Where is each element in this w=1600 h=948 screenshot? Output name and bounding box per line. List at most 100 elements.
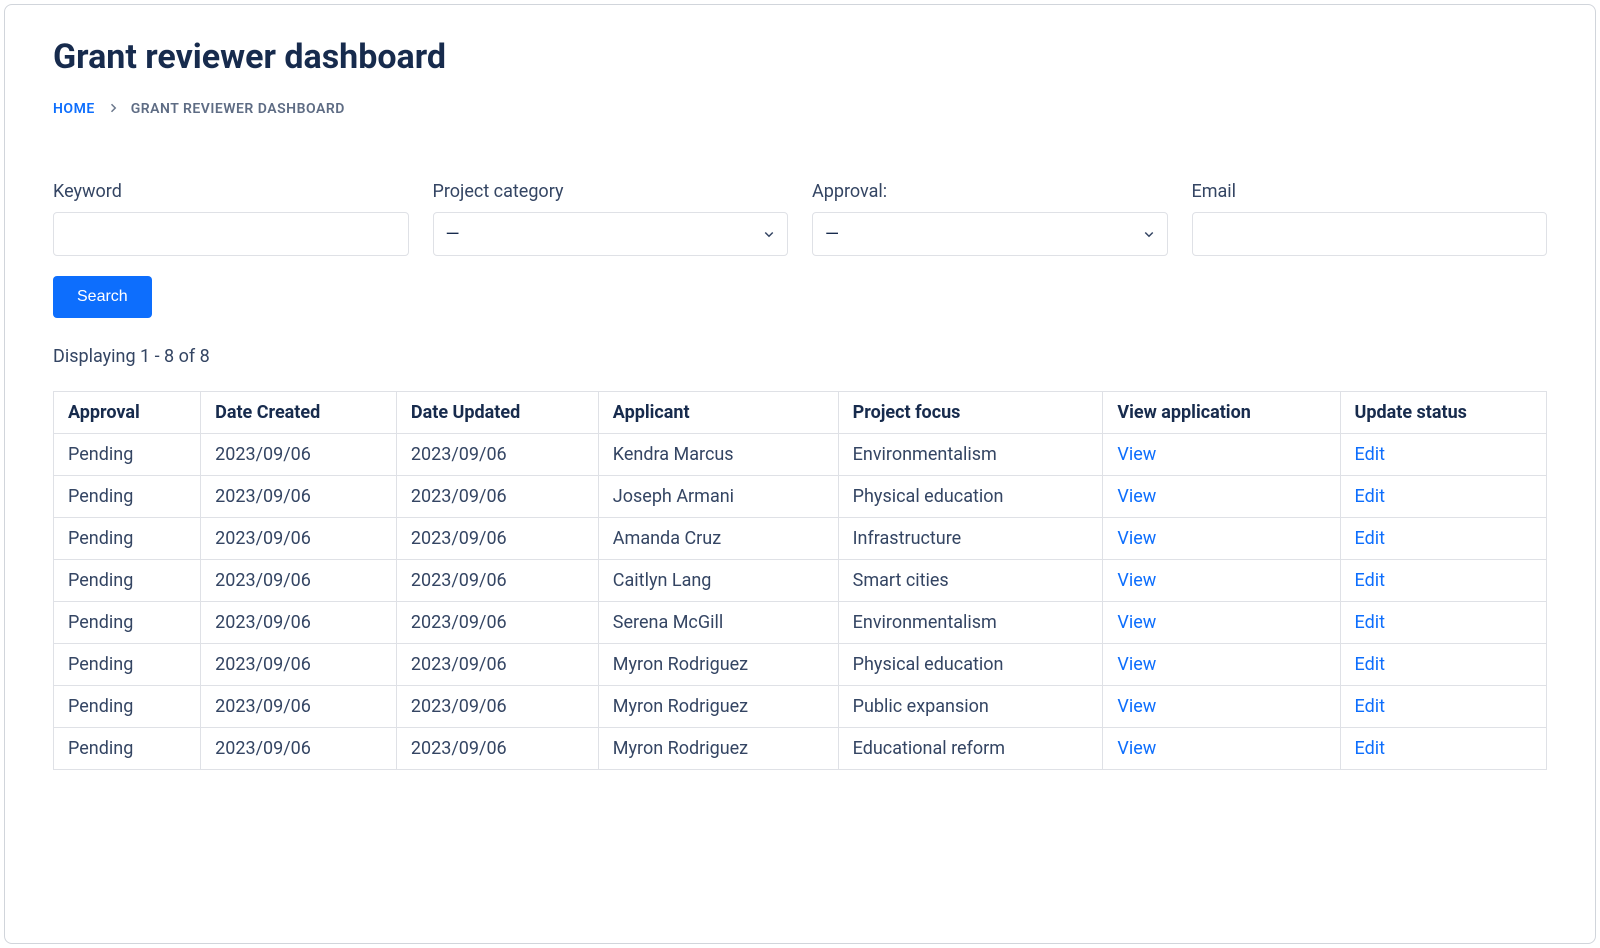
view-link[interactable]: View [1117, 738, 1156, 759]
email-input[interactable] [1192, 212, 1548, 256]
table-row: Pending2023/09/062023/09/06Caitlyn LangS… [54, 560, 1547, 602]
cell-approval: Pending [54, 434, 201, 476]
table-row: Pending2023/09/062023/09/06Serena McGill… [54, 602, 1547, 644]
cell-project-focus: Educational reform [838, 728, 1103, 770]
approval-select[interactable]: — [812, 212, 1168, 256]
cell-date-updated: 2023/09/06 [396, 686, 598, 728]
col-update-status: Update status [1340, 392, 1547, 434]
cell-project-focus: Physical education [838, 644, 1103, 686]
view-link[interactable]: View [1117, 696, 1156, 717]
project-category-select[interactable]: — [433, 212, 789, 256]
cell-edit: Edit [1340, 476, 1547, 518]
approval-label: Approval: [812, 181, 1168, 202]
view-link[interactable]: View [1117, 612, 1156, 633]
email-field-wrapper: Email [1192, 181, 1548, 256]
cell-view: View [1103, 686, 1340, 728]
cell-date-created: 2023/09/06 [201, 728, 397, 770]
cell-date-created: 2023/09/06 [201, 602, 397, 644]
cell-view: View [1103, 560, 1340, 602]
cell-project-focus: Physical education [838, 476, 1103, 518]
table-row: Pending2023/09/062023/09/06Joseph Armani… [54, 476, 1547, 518]
view-link[interactable]: View [1117, 486, 1156, 507]
cell-approval: Pending [54, 686, 201, 728]
page-title: Grant reviewer dashboard [53, 37, 1547, 77]
cell-project-focus: Infrastructure [838, 518, 1103, 560]
edit-link[interactable]: Edit [1355, 528, 1385, 549]
cell-applicant: Serena McGill [598, 602, 838, 644]
view-link[interactable]: View [1117, 444, 1156, 465]
cell-applicant: Joseph Armani [598, 476, 838, 518]
keyword-label: Keyword [53, 181, 409, 202]
cell-project-focus: Environmentalism [838, 434, 1103, 476]
approval-field-wrapper: Approval: — [812, 181, 1168, 256]
cell-date-updated: 2023/09/06 [396, 476, 598, 518]
cell-view: View [1103, 434, 1340, 476]
col-applicant: Applicant [598, 392, 838, 434]
filter-bar: Keyword Project category — Approval: — E… [53, 181, 1547, 256]
col-date-created: Date Created [201, 392, 397, 434]
email-label: Email [1192, 181, 1548, 202]
edit-link[interactable]: Edit [1355, 444, 1385, 465]
cell-view: View [1103, 602, 1340, 644]
cell-date-updated: 2023/09/06 [396, 560, 598, 602]
breadcrumb: HOME GRANT REVIEWER DASHBOARD [53, 101, 1547, 117]
cell-approval: Pending [54, 728, 201, 770]
cell-applicant: Kendra Marcus [598, 434, 838, 476]
cell-view: View [1103, 644, 1340, 686]
cell-date-created: 2023/09/06 [201, 476, 397, 518]
cell-date-updated: 2023/09/06 [396, 728, 598, 770]
approval-selected: — [825, 224, 841, 245]
chevron-down-icon [763, 225, 775, 244]
cell-date-updated: 2023/09/06 [396, 518, 598, 560]
edit-link[interactable]: Edit [1355, 612, 1385, 633]
cell-approval: Pending [54, 560, 201, 602]
search-button[interactable]: Search [53, 276, 152, 318]
table-row: Pending2023/09/062023/09/06Amanda CruzIn… [54, 518, 1547, 560]
cell-date-created: 2023/09/06 [201, 518, 397, 560]
cell-date-updated: 2023/09/06 [396, 434, 598, 476]
cell-edit: Edit [1340, 560, 1547, 602]
cell-date-created: 2023/09/06 [201, 686, 397, 728]
col-date-updated: Date Updated [396, 392, 598, 434]
cell-approval: Pending [54, 518, 201, 560]
cell-applicant: Myron Rodriguez [598, 644, 838, 686]
chevron-right-icon [107, 102, 119, 117]
keyword-input[interactable] [53, 212, 409, 256]
cell-edit: Edit [1340, 602, 1547, 644]
view-link[interactable]: View [1117, 528, 1156, 549]
col-approval: Approval [54, 392, 201, 434]
edit-link[interactable]: Edit [1355, 696, 1385, 717]
table-row: Pending2023/09/062023/09/06Myron Rodrigu… [54, 644, 1547, 686]
cell-edit: Edit [1340, 518, 1547, 560]
table-row: Pending2023/09/062023/09/06Kendra Marcus… [54, 434, 1547, 476]
cell-view: View [1103, 476, 1340, 518]
view-link[interactable]: View [1117, 654, 1156, 675]
col-project-focus: Project focus [838, 392, 1103, 434]
cell-date-created: 2023/09/06 [201, 434, 397, 476]
results-summary: Displaying 1 - 8 of 8 [53, 346, 1547, 367]
cell-project-focus: Smart cities [838, 560, 1103, 602]
col-view-application: View application [1103, 392, 1340, 434]
project-category-field-wrapper: Project category — [433, 181, 789, 256]
edit-link[interactable]: Edit [1355, 738, 1385, 759]
cell-view: View [1103, 518, 1340, 560]
cell-applicant: Amanda Cruz [598, 518, 838, 560]
cell-view: View [1103, 728, 1340, 770]
edit-link[interactable]: Edit [1355, 654, 1385, 675]
cell-approval: Pending [54, 602, 201, 644]
edit-link[interactable]: Edit [1355, 486, 1385, 507]
cell-approval: Pending [54, 476, 201, 518]
cell-edit: Edit [1340, 686, 1547, 728]
cell-applicant: Caitlyn Lang [598, 560, 838, 602]
cell-project-focus: Environmentalism [838, 602, 1103, 644]
cell-approval: Pending [54, 644, 201, 686]
breadcrumb-home-link[interactable]: HOME [53, 101, 95, 117]
edit-link[interactable]: Edit [1355, 570, 1385, 591]
cell-date-updated: 2023/09/06 [396, 644, 598, 686]
applications-table: Approval Date Created Date Updated Appli… [53, 391, 1547, 770]
view-link[interactable]: View [1117, 570, 1156, 591]
keyword-field-wrapper: Keyword [53, 181, 409, 256]
project-category-label: Project category [433, 181, 789, 202]
breadcrumb-current: GRANT REVIEWER DASHBOARD [131, 101, 345, 117]
table-row: Pending2023/09/062023/09/06Myron Rodrigu… [54, 686, 1547, 728]
